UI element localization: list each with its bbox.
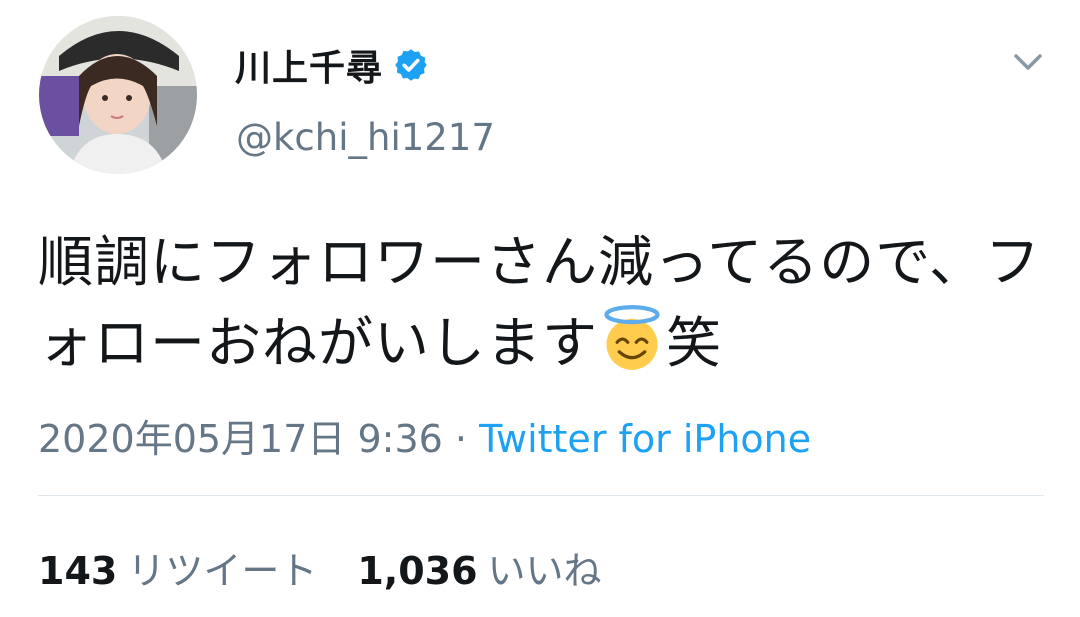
tweet-stats: 143 リツイート 1,036 いいね	[38, 540, 602, 595]
retweets-count: 143	[38, 549, 118, 593]
smiling-face-with-halo-icon	[604, 305, 660, 370]
avatar-photo	[39, 16, 197, 174]
user-handle[interactable]: @kchi_hi1217	[236, 116, 495, 159]
tweet-source-link[interactable]: Twitter for iPhone	[479, 417, 811, 461]
likes-count: 1,036	[357, 549, 478, 593]
tweet-meta: 2020年05月17日 9:36 · Twitter for iPhone	[38, 408, 811, 463]
tweet-timestamp[interactable]: 2020年05月17日 9:36	[38, 417, 443, 461]
divider	[38, 495, 1044, 496]
verified-badge-icon	[395, 49, 427, 81]
tweet-text-main: 順調にフォロワーさん減ってるので、フォローおねがいします	[38, 230, 1042, 375]
chevron-down-icon[interactable]	[1010, 50, 1046, 74]
tweet-text-tail: 笑	[666, 311, 723, 375]
display-name[interactable]: 川上千尋	[235, 39, 383, 91]
avatar[interactable]	[39, 16, 197, 174]
author-name-row[interactable]: 川上千尋	[235, 40, 429, 90]
likes-label: いいね	[487, 549, 602, 593]
retweets-stat[interactable]: 143 リツイート	[38, 549, 317, 593]
likes-stat[interactable]: 1,036 いいね	[357, 549, 601, 593]
tweet-text: 順調にフォロワーさん減ってるので、フォローおねがいします 笑	[38, 222, 1048, 384]
meta-separator: ·	[442, 417, 480, 461]
retweets-label: リツイート	[127, 549, 318, 593]
